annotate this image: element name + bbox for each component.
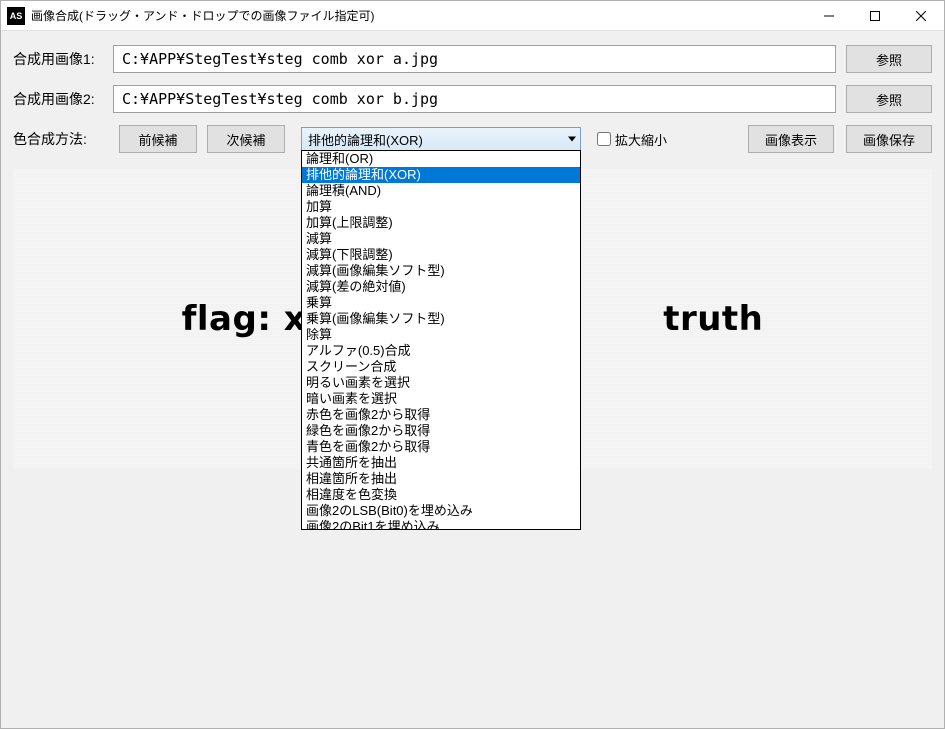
- image2-row: 合成用画像2: 参照: [13, 85, 932, 113]
- controls-row: 色合成方法: 前候補 次候補 排他的論理和(XOR) 論理和(OR)排他的論理和…: [13, 125, 932, 153]
- display-image-button[interactable]: 画像表示: [748, 125, 834, 153]
- image1-browse-button[interactable]: 参照: [846, 45, 932, 73]
- image1-label: 合成用画像1:: [13, 49, 103, 69]
- method-option[interactable]: 明るい画素を選択: [302, 375, 580, 391]
- chevron-down-icon: [568, 137, 576, 142]
- method-option[interactable]: 減算: [302, 231, 580, 247]
- client-area: 合成用画像1: 参照 合成用画像2: 参照 色合成方法: 前候補 次候補 排他的…: [1, 31, 944, 728]
- minimize-button[interactable]: [806, 1, 852, 31]
- scale-checkbox-wrap[interactable]: 拡大縮小: [597, 130, 667, 149]
- method-combobox[interactable]: 排他的論理和(XOR): [301, 127, 581, 151]
- close-button[interactable]: [898, 1, 944, 31]
- method-option[interactable]: アルファ(0.5)合成: [302, 343, 580, 359]
- titlebar: AS 画像合成(ドラッグ・アンド・ドロップでの画像ファイル指定可): [1, 1, 944, 31]
- method-option[interactable]: 加算(上限調整): [302, 215, 580, 231]
- image2-browse-button[interactable]: 参照: [846, 85, 932, 113]
- next-candidate-button[interactable]: 次候補: [207, 125, 285, 153]
- method-option[interactable]: 加算: [302, 199, 580, 215]
- method-option[interactable]: スクリーン合成: [302, 359, 580, 375]
- method-combobox-value: 排他的論理和(XOR): [308, 130, 423, 149]
- method-option[interactable]: 減算(下限調整): [302, 247, 580, 263]
- method-option[interactable]: 乗算: [302, 295, 580, 311]
- method-option[interactable]: 論理和(OR): [302, 151, 580, 167]
- method-option[interactable]: 排他的論理和(XOR): [302, 167, 580, 183]
- method-option[interactable]: 乗算(画像編集ソフト型): [302, 311, 580, 327]
- method-option[interactable]: 緑色を画像2から取得: [302, 423, 580, 439]
- window-buttons: [806, 1, 944, 30]
- method-dropdown[interactable]: 論理和(OR)排他的論理和(XOR)論理積(AND)加算加算(上限調整)減算減算…: [301, 150, 581, 530]
- method-option[interactable]: 画像2のBit1を埋め込み: [302, 519, 580, 530]
- maximize-button[interactable]: [852, 1, 898, 31]
- app-window: AS 画像合成(ドラッグ・アンド・ドロップでの画像ファイル指定可) 合成用画像1…: [0, 0, 945, 729]
- save-image-button[interactable]: 画像保存: [846, 125, 932, 153]
- method-option[interactable]: 青色を画像2から取得: [302, 439, 580, 455]
- method-option[interactable]: 暗い画素を選択: [302, 391, 580, 407]
- window-title: 画像合成(ドラッグ・アンド・ドロップでの画像ファイル指定可): [31, 7, 806, 24]
- image2-path-input[interactable]: [113, 85, 836, 113]
- flag-right: truth: [663, 299, 763, 339]
- prev-candidate-button[interactable]: 前候補: [119, 125, 197, 153]
- method-option[interactable]: 除算: [302, 327, 580, 343]
- method-option[interactable]: 減算(差の絶対値): [302, 279, 580, 295]
- image1-path-input[interactable]: [113, 45, 836, 73]
- image2-label: 合成用画像2:: [13, 89, 103, 109]
- method-option[interactable]: 画像2のLSB(Bit0)を埋め込み: [302, 503, 580, 519]
- method-option[interactable]: 赤色を画像2から取得: [302, 407, 580, 423]
- method-option[interactable]: 論理積(AND): [302, 183, 580, 199]
- method-option[interactable]: 共通箇所を抽出: [302, 455, 580, 471]
- scale-checkbox-label: 拡大縮小: [615, 130, 667, 149]
- method-option[interactable]: 相違箇所を抽出: [302, 471, 580, 487]
- method-label: 色合成方法:: [13, 129, 103, 149]
- method-option[interactable]: 相違度を色変換: [302, 487, 580, 503]
- app-icon: AS: [7, 7, 25, 25]
- image1-row: 合成用画像1: 参照: [13, 45, 932, 73]
- method-combo-wrap: 排他的論理和(XOR) 論理和(OR)排他的論理和(XOR)論理積(AND)加算…: [301, 127, 581, 151]
- scale-checkbox[interactable]: [597, 132, 611, 146]
- method-option[interactable]: 減算(画像編集ソフト型): [302, 263, 580, 279]
